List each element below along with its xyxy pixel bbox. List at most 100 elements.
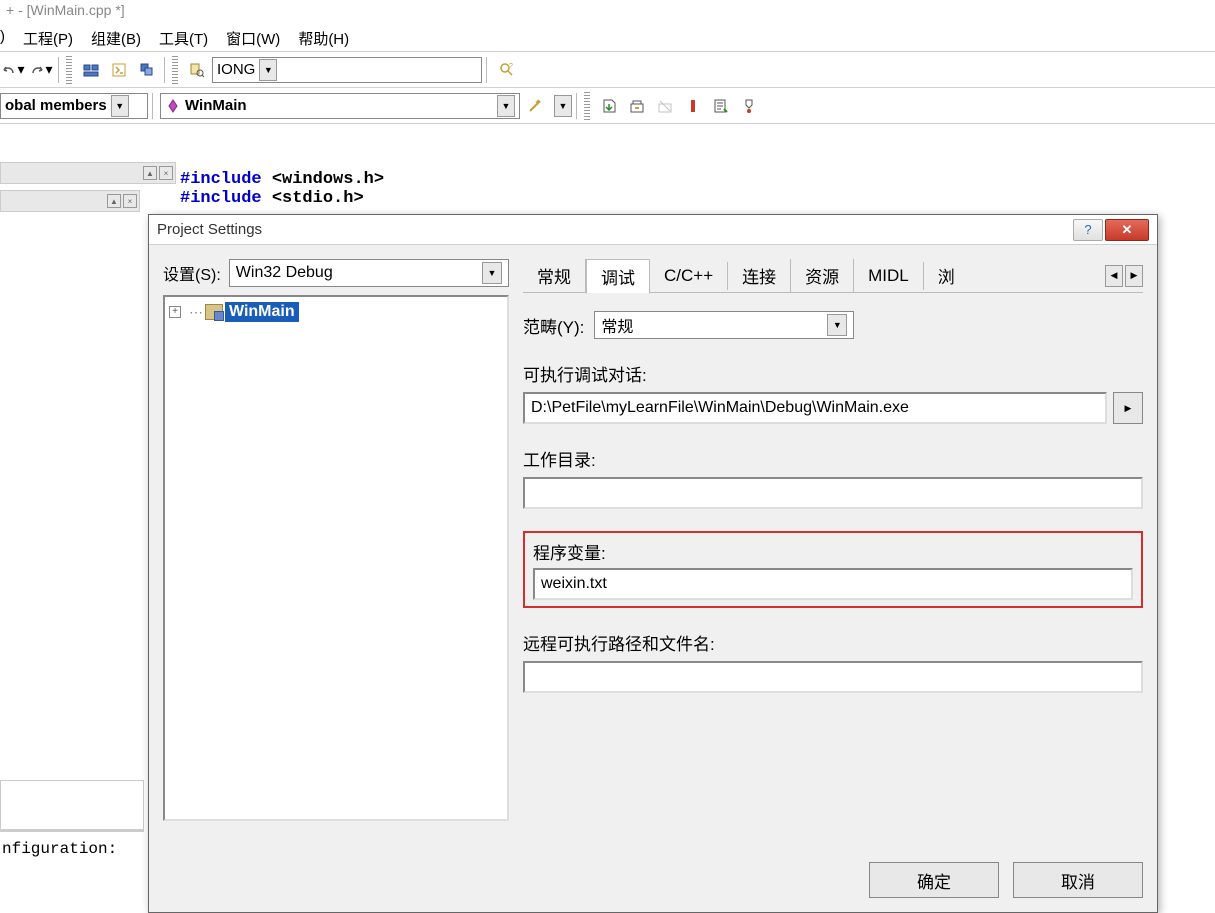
find-combo[interactable]: IONG ▼ (212, 57, 482, 83)
menu-item-help[interactable]: 帮助(H) (298, 28, 349, 47)
menu-item-build[interactable]: 组建(B) (91, 28, 141, 47)
dialog-help-button[interactable]: ? (1073, 219, 1103, 241)
configuration-value: Win32 Debug (236, 264, 333, 282)
panel-close-icon[interactable]: × (159, 166, 173, 180)
program-arguments-highlight: 程序变量: weixin.txt (523, 531, 1143, 608)
scope-combo[interactable]: obal members ▼ (0, 93, 148, 119)
output-panel-partial: nfiguration: (0, 780, 144, 866)
code-keyword: #include (180, 189, 262, 208)
toolbar-1: ▾ ▾ IONG ▼ ? (0, 52, 1215, 88)
menu-item-window[interactable]: 窗口(W) (226, 28, 280, 47)
category-label: 范畴(Y): (523, 313, 584, 338)
executable-value: D:\PetFile\myLearnFile\WinMain\Debug\Win… (531, 399, 909, 417)
menu-item-project[interactable]: 工程(P) (23, 28, 73, 47)
tree-expand-icon[interactable]: + (169, 306, 181, 318)
dialog-footer: 确定 取消 (869, 862, 1143, 898)
menu-item-tools[interactable]: 工具(T) (159, 28, 208, 47)
chevron-down-icon[interactable]: ▼ (111, 95, 129, 117)
tab-midl[interactable]: MIDL (854, 262, 924, 290)
tab-general[interactable]: 常规 (523, 259, 586, 292)
panel-pin-icon[interactable]: ▲ (107, 194, 121, 208)
tab-cpp[interactable]: C/C++ (650, 262, 728, 290)
output-icon[interactable] (106, 57, 132, 83)
toolbar-separator (576, 93, 580, 119)
window-list-icon[interactable] (134, 57, 160, 83)
svg-text:?: ? (509, 63, 513, 70)
execute-icon[interactable] (680, 93, 706, 119)
chevron-down-icon[interactable]: ▼ (827, 314, 847, 336)
stop-build-icon[interactable] (652, 93, 678, 119)
workspace-icon[interactable] (78, 57, 104, 83)
project-tree[interactable]: + ⋯ WinMain (163, 295, 509, 821)
remote-executable-label: 远程可执行路径和文件名: (523, 630, 1143, 655)
go-icon[interactable] (708, 93, 734, 119)
tab-debug[interactable]: 调试 (586, 259, 650, 294)
category-combo[interactable]: 常规 ▼ (594, 311, 854, 339)
dialog-body: 设置(S): Win32 Debug ▼ + ⋯ WinMain 常规 (149, 245, 1157, 835)
search-help-icon[interactable]: ? (494, 57, 520, 83)
program-arguments-value: weixin.txt (541, 575, 607, 593)
working-directory-input[interactable] (523, 477, 1143, 509)
dialog-titlebar: Project Settings ? ✕ (149, 215, 1157, 245)
browse-executable-button[interactable]: ▶ (1113, 392, 1143, 424)
tab-scroll-left-icon[interactable]: ◀ (1105, 265, 1123, 287)
code-editor[interactable]: #include <windows.h> #include <stdio.h> (180, 170, 384, 208)
toolbar-separator (486, 57, 490, 83)
program-arguments-input[interactable]: weixin.txt (533, 568, 1133, 600)
breakpoint-icon[interactable] (736, 93, 762, 119)
toolbar-separator (164, 57, 168, 83)
project-settings-dialog: Project Settings ? ✕ 设置(S): Win32 Debug … (148, 214, 1158, 913)
redo-dropdown-icon[interactable]: ▾ (28, 57, 54, 83)
find-combo-text: IONG (217, 61, 255, 78)
panel-header-1: ▲ × (0, 162, 176, 184)
panel-close-icon[interactable]: × (123, 194, 137, 208)
program-arguments-label: 程序变量: (533, 539, 1133, 564)
dialog-left-pane: 设置(S): Win32 Debug ▼ + ⋯ WinMain (163, 259, 509, 821)
side-panels: ▲ × ▲ × (0, 162, 176, 212)
executable-input[interactable]: D:\PetFile\myLearnFile\WinMain\Debug\Win… (523, 392, 1107, 424)
project-icon (205, 304, 223, 320)
window-title: + - [WinMain.cpp *] (0, 0, 1215, 24)
dialog-close-button[interactable]: ✕ (1105, 219, 1149, 241)
working-directory-label: 工作目录: (523, 446, 1143, 471)
menu-bar: ) 工程(P) 组建(B) 工具(T) 窗口(W) 帮助(H) (0, 24, 1215, 52)
chevron-down-icon[interactable]: ▼ (554, 95, 572, 117)
tree-item-winmain[interactable]: + ⋯ WinMain (169, 301, 503, 323)
executable-label: 可执行调试对话: (523, 361, 1143, 386)
undo-dropdown-icon[interactable]: ▾ (0, 57, 26, 83)
toolbar-separator (152, 93, 156, 119)
category-row: 范畴(Y): 常规 ▼ (523, 311, 1143, 339)
toolbar-grip-icon[interactable] (172, 56, 178, 84)
chevron-down-icon[interactable]: ▼ (259, 59, 277, 81)
settings-for-label: 设置(S): (163, 261, 221, 285)
cancel-button[interactable]: 取消 (1013, 862, 1143, 898)
tab-link[interactable]: 连接 (728, 259, 791, 292)
chevron-down-icon[interactable]: ▼ (482, 262, 502, 284)
tab-scroll-right-icon[interactable]: ▶ (1125, 265, 1143, 287)
function-combo-text: WinMain (185, 97, 247, 114)
dialog-right-pane: 常规 调试 C/C++ 连接 资源 MIDL 浏 ◀ ▶ 范畴(Y): 常规 ▼… (523, 259, 1143, 821)
scope-combo-text: obal members (5, 97, 107, 114)
remote-executable-input[interactable] (523, 661, 1143, 693)
chevron-down-icon[interactable]: ▼ (497, 95, 515, 117)
function-combo[interactable]: WinMain ▼ (160, 93, 520, 119)
find-in-files-icon[interactable] (184, 57, 210, 83)
tab-browse[interactable]: 浏 (924, 259, 969, 292)
category-value: 常规 (601, 313, 633, 337)
toolbar-grip-icon[interactable] (584, 92, 590, 120)
code-text: <stdio.h> (262, 189, 364, 208)
build-icon[interactable] (624, 93, 650, 119)
code-text: <windows.h> (262, 170, 384, 189)
ok-button[interactable]: 确定 (869, 862, 999, 898)
tree-item-label: WinMain (225, 302, 299, 322)
toolbar-grip-icon[interactable] (66, 56, 72, 84)
menu-item-partial[interactable]: ) (0, 28, 5, 47)
compile-icon[interactable] (596, 93, 622, 119)
toolbar-2: obal members ▼ WinMain ▼ ▼ (0, 88, 1215, 124)
wizard-icon[interactable] (522, 93, 548, 119)
toolbar-separator (58, 57, 62, 83)
panel-pin-icon[interactable]: ▲ (143, 166, 157, 180)
panel-header-2: ▲ × (0, 190, 140, 212)
tab-resources[interactable]: 资源 (791, 259, 854, 292)
configuration-combo[interactable]: Win32 Debug ▼ (229, 259, 509, 287)
